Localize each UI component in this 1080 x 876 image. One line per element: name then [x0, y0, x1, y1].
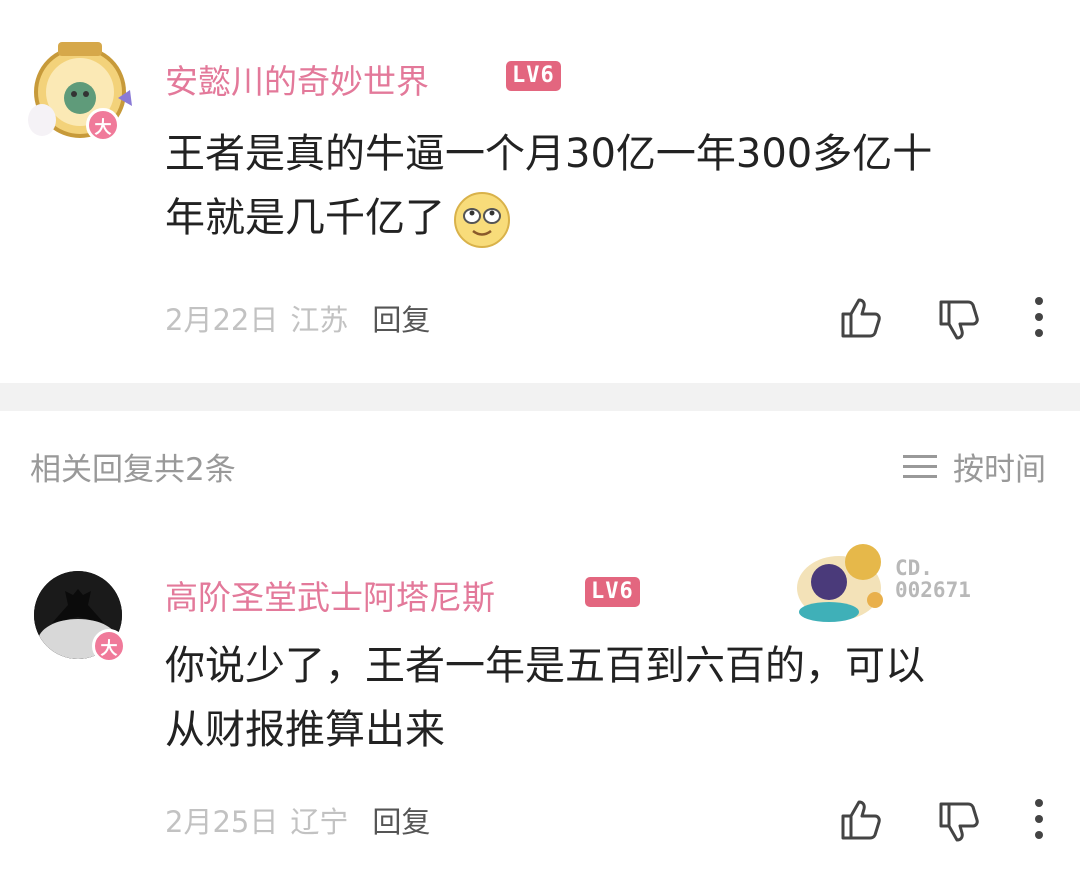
comment-location: 辽宁	[290, 805, 349, 839]
more-icon[interactable]	[1014, 794, 1064, 844]
comment-meta: 2月25日 辽宁 回复	[165, 799, 442, 841]
reply-button[interactable]: 回复	[372, 805, 430, 839]
avatar-badge: 大	[92, 629, 126, 663]
username[interactable]: 高阶圣堂武士阿塔尼斯	[165, 571, 495, 619]
like-icon[interactable]	[835, 794, 885, 844]
dislike-icon[interactable]	[933, 798, 983, 848]
comment-2: 大 高阶圣堂武士阿塔尼斯 LV6 CD. 002671 你说少了，王者一年是五百到…	[0, 0, 1080, 876]
comment-date: 2月25日	[165, 805, 279, 839]
level-badge: LV6	[585, 577, 640, 607]
fan-badge-number: CD. 002671	[895, 557, 971, 601]
comment-text: 你说少了，王者一年是五百到六百的，可以 从财报推算出来	[165, 634, 1045, 762]
fan-badge-digits: 002671	[895, 578, 971, 602]
comment-text-line-1: 你说少了，王者一年是五百到六百的，可以	[165, 643, 925, 689]
comment-text-line-2: 从财报推算出来	[165, 707, 445, 753]
fan-badge-prefix: CD.	[895, 556, 933, 580]
